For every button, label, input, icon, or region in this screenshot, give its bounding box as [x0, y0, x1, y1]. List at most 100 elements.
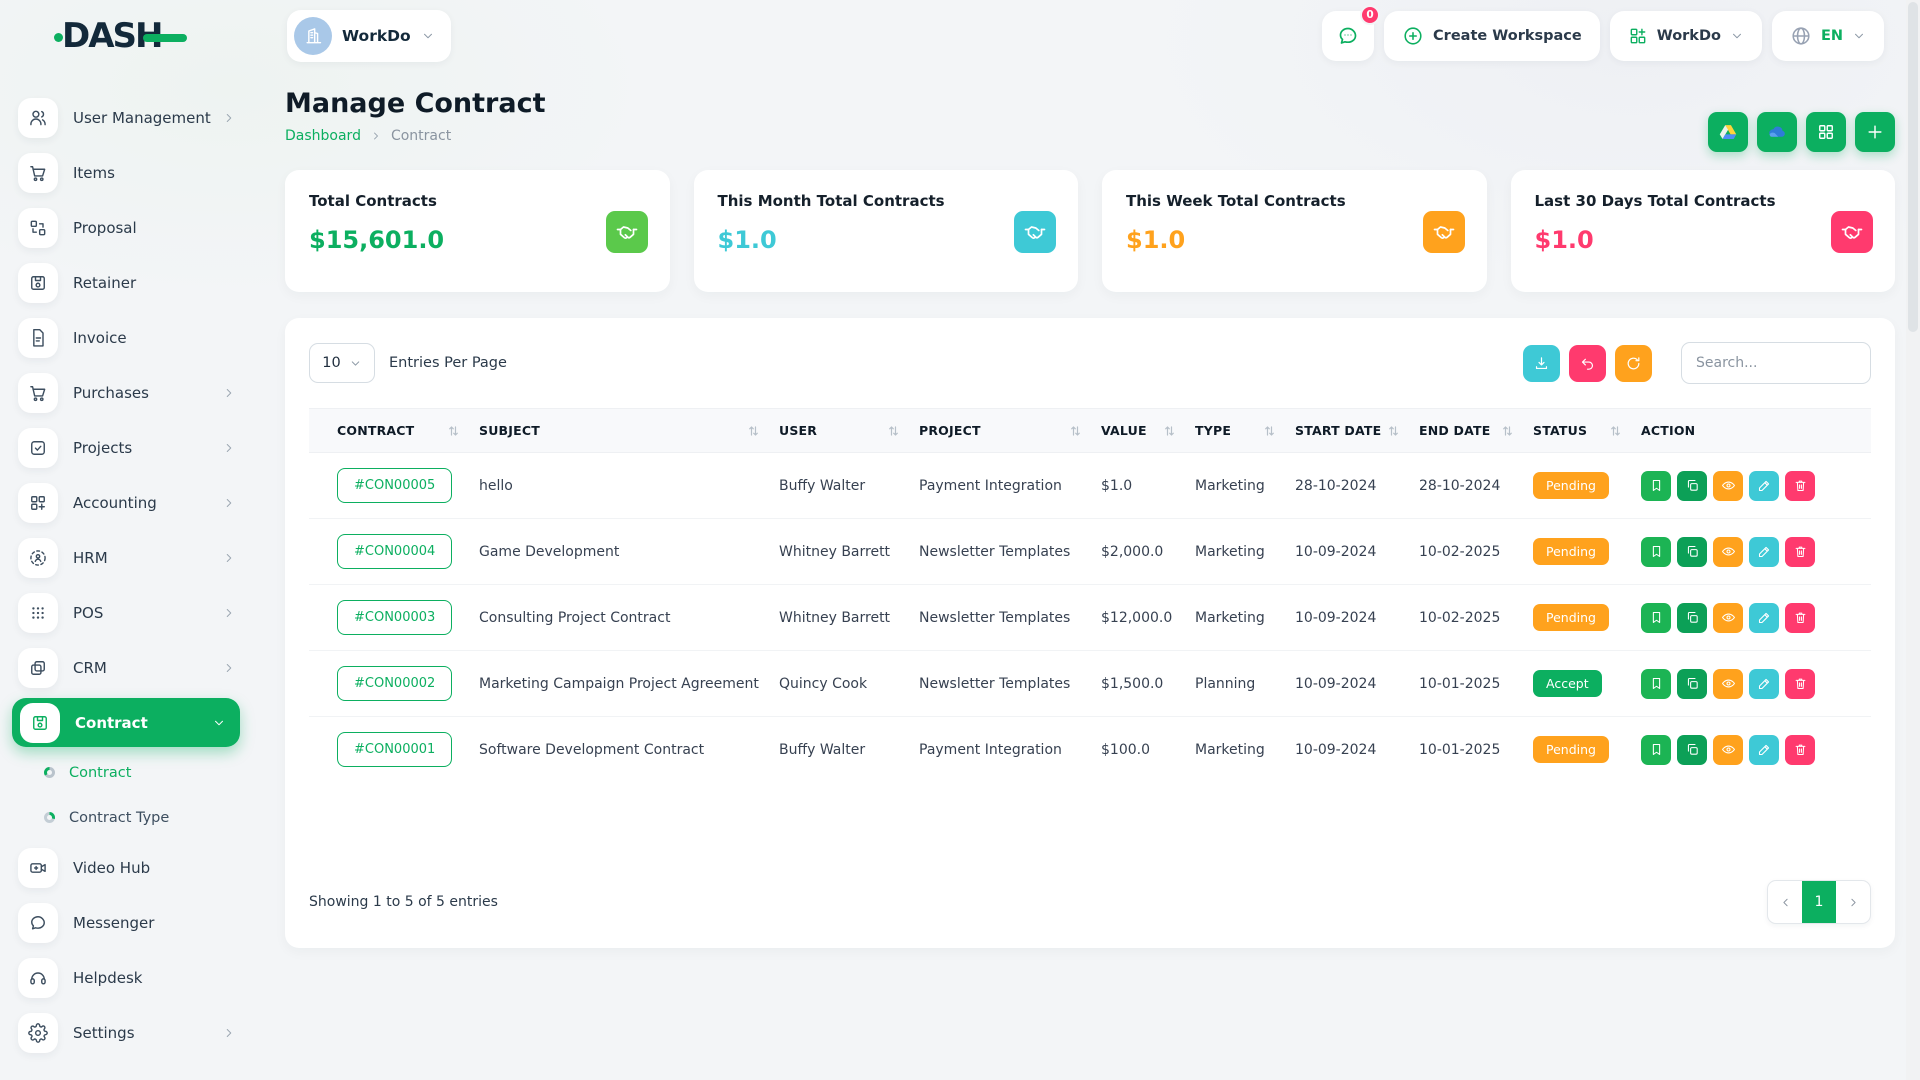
sidebar-item-contract[interactable]: Contract	[12, 698, 240, 747]
breadcrumb-dashboard-link[interactable]: Dashboard	[285, 128, 361, 144]
sidebar-item-invoice[interactable]: Invoice	[0, 310, 252, 365]
contract-id-link[interactable]: #CON00003	[337, 600, 452, 635]
sidebar-item-helpdesk[interactable]: Helpdesk	[0, 950, 252, 1005]
pagination-page-1[interactable]: 1	[1802, 881, 1836, 923]
bookmark-button[interactable]	[1641, 669, 1671, 699]
delete-button[interactable]	[1785, 603, 1815, 633]
column-header-start-date[interactable]: START DATE	[1285, 409, 1409, 453]
globe-icon	[1790, 25, 1812, 47]
view-button[interactable]	[1713, 471, 1743, 501]
accounting-grid-icon	[18, 483, 58, 523]
edit-button[interactable]	[1749, 603, 1779, 633]
language-selector[interactable]: EN	[1772, 11, 1884, 61]
view-button[interactable]	[1713, 603, 1743, 633]
contract-id-link[interactable]: #CON00001	[337, 732, 452, 767]
reset-button[interactable]	[1569, 345, 1606, 382]
sidebar-item-accounting[interactable]: Accounting	[0, 475, 252, 530]
stat-card-total-contracts: Total Contracts $15,601.0	[285, 170, 670, 292]
column-header-user[interactable]: USER	[769, 409, 909, 453]
pagination-prev-button[interactable]	[1768, 881, 1802, 923]
sidebar-subitem-contract-type[interactable]: Contract Type	[0, 795, 252, 840]
delete-button[interactable]	[1785, 471, 1815, 501]
contract-id-link[interactable]: #CON00004	[337, 534, 452, 569]
sidebar-item-messenger[interactable]: Messenger	[0, 895, 252, 950]
sidebar-item-hrm[interactable]: HRM	[0, 530, 252, 585]
bookmark-button[interactable]	[1641, 603, 1671, 633]
workspace-name: WorkDo	[342, 27, 411, 45]
chat-icon	[1336, 24, 1360, 48]
sidebar-item-retainer[interactable]: Retainer	[0, 255, 252, 310]
column-header-status[interactable]: STATUS	[1523, 409, 1631, 453]
sidebar-item-label: Proposal	[73, 219, 137, 237]
entries-per-page-label: Entries Per Page	[389, 355, 507, 371]
cell-user: Buffy Walter	[769, 717, 909, 783]
contract-id-link[interactable]: #CON00002	[337, 666, 452, 701]
view-button[interactable]	[1713, 669, 1743, 699]
duplicate-button[interactable]	[1677, 537, 1707, 567]
view-button[interactable]	[1713, 537, 1743, 567]
google-drive-button[interactable]	[1708, 112, 1748, 152]
column-header-end-date[interactable]: END DATE	[1409, 409, 1523, 453]
edit-button[interactable]	[1749, 669, 1779, 699]
cell-subject: Consulting Project Contract	[469, 585, 769, 651]
contract-id-link[interactable]: #CON00005	[337, 468, 452, 503]
duplicate-button[interactable]	[1677, 603, 1707, 633]
column-header-project[interactable]: PROJECT	[909, 409, 1091, 453]
workspace-switcher[interactable]: WorkDo	[287, 10, 451, 62]
column-header-type[interactable]: TYPE	[1185, 409, 1285, 453]
sidebar-item-label: User Management	[73, 109, 211, 127]
pagination-next-button[interactable]	[1836, 881, 1870, 923]
column-header-contract[interactable]: CONTRACT	[309, 409, 469, 453]
refresh-button[interactable]	[1615, 345, 1652, 382]
sidebar-subitem-contract[interactable]: Contract	[0, 750, 252, 795]
messages-button[interactable]: 0	[1322, 11, 1374, 61]
sidebar-item-user-management[interactable]: User Management	[0, 90, 252, 145]
grid-view-button[interactable]	[1806, 112, 1846, 152]
apps-dropdown[interactable]: WorkDo	[1610, 11, 1762, 61]
edit-button[interactable]	[1749, 471, 1779, 501]
cell-start-date: 10-09-2024	[1285, 717, 1409, 783]
add-contract-button[interactable]	[1855, 112, 1895, 152]
bookmark-button[interactable]	[1641, 471, 1671, 501]
page-scrollbar[interactable]	[1906, 0, 1920, 1080]
edit-button[interactable]	[1749, 537, 1779, 567]
duplicate-button[interactable]	[1677, 471, 1707, 501]
bookmark-button[interactable]	[1641, 537, 1671, 567]
scrollbar-thumb[interactable]	[1908, 2, 1918, 332]
onedrive-button[interactable]	[1757, 112, 1797, 152]
duplicate-button[interactable]	[1677, 669, 1707, 699]
cell-start-date: 10-09-2024	[1285, 585, 1409, 651]
cell-value: $2,000.0	[1091, 519, 1185, 585]
column-header-subject[interactable]: SUBJECT	[469, 409, 769, 453]
delete-button[interactable]	[1785, 537, 1815, 567]
sidebar-item-purchases[interactable]: Purchases	[0, 365, 252, 420]
cell-subject: Software Development Contract	[469, 717, 769, 783]
chevron-right-icon	[222, 1026, 236, 1040]
search-input[interactable]	[1681, 342, 1871, 384]
cell-user: Quincy Cook	[769, 651, 909, 717]
edit-button[interactable]	[1749, 735, 1779, 765]
delete-button[interactable]	[1785, 735, 1815, 765]
sort-icon	[1610, 425, 1621, 437]
sidebar-item-pos[interactable]: POS	[0, 585, 252, 640]
entries-per-page-value: 10	[322, 355, 340, 371]
chevron-right-icon	[222, 496, 236, 510]
export-button[interactable]	[1523, 345, 1560, 382]
bookmark-button[interactable]	[1641, 735, 1671, 765]
sidebar-item-video-hub[interactable]: Video Hub	[0, 840, 252, 895]
sidebar-item-settings[interactable]: Settings	[0, 1005, 252, 1060]
cell-start-date: 10-09-2024	[1285, 651, 1409, 717]
delete-button[interactable]	[1785, 669, 1815, 699]
sidebar-item-label: Video Hub	[73, 859, 150, 877]
duplicate-button[interactable]	[1677, 735, 1707, 765]
entries-per-page-select[interactable]: 10	[309, 343, 375, 383]
sidebar-item-label: Messenger	[73, 914, 154, 932]
view-button[interactable]	[1713, 735, 1743, 765]
cell-user: Whitney Barrett	[769, 585, 909, 651]
sidebar-item-items[interactable]: Items	[0, 145, 252, 200]
sidebar-item-crm[interactable]: CRM	[0, 640, 252, 695]
sidebar-item-proposal[interactable]: Proposal	[0, 200, 252, 255]
column-header-value[interactable]: VALUE	[1091, 409, 1185, 453]
create-workspace-button[interactable]: Create Workspace	[1384, 11, 1600, 61]
sidebar-item-projects[interactable]: Projects	[0, 420, 252, 475]
